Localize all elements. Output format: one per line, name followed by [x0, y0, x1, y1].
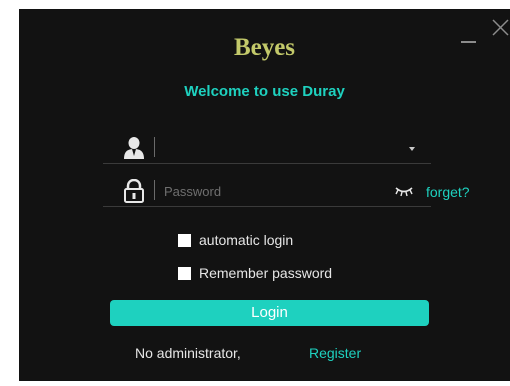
password-input[interactable] [162, 179, 396, 203]
password-row [103, 176, 431, 207]
eye-closed-icon[interactable] [394, 184, 414, 197]
password-separator [154, 180, 155, 200]
app-logo: Beyes [233, 34, 296, 61]
automatic-login-option[interactable]: automatic login [178, 230, 293, 250]
register-link[interactable]: Register [309, 345, 361, 361]
forget-password-link[interactable]: forget? [426, 184, 470, 200]
login-button[interactable]: Login [110, 300, 429, 326]
login-window: Beyes Welcome to use Duray forget? autom… [19, 9, 510, 381]
caret-down-icon[interactable] [409, 147, 415, 151]
user-icon [123, 136, 145, 160]
username-input[interactable] [162, 136, 396, 160]
no-administrator-text: No administrator, [135, 345, 241, 361]
lock-icon [123, 178, 145, 203]
automatic-login-label: automatic login [199, 232, 294, 248]
username-row [103, 133, 431, 164]
remember-password-label: Remember password [199, 265, 333, 281]
automatic-login-checkbox[interactable] [178, 233, 191, 247]
welcome-text: Welcome to use Duray [184, 83, 345, 100]
remember-password-checkbox[interactable] [178, 266, 191, 280]
remember-password-option[interactable]: Remember password [178, 263, 332, 283]
username-separator [154, 137, 155, 157]
